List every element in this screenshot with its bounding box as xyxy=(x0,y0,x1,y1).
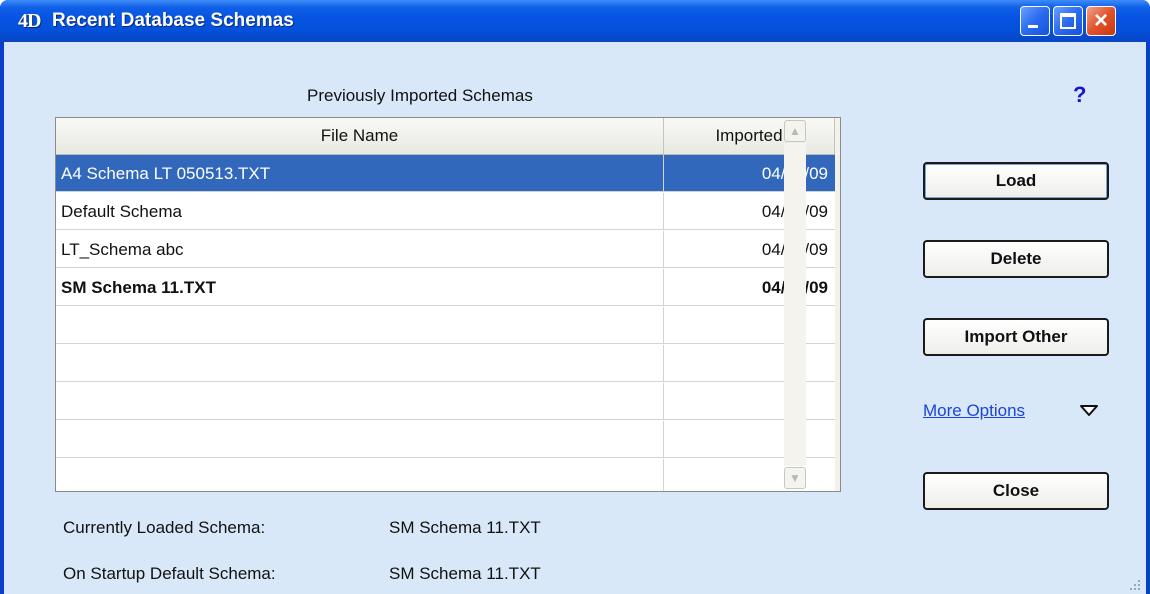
table-row[interactable] xyxy=(56,383,835,420)
column-header-imported[interactable]: Imported xyxy=(664,118,835,154)
file-name-cell xyxy=(56,421,664,458)
startup-default-value: SM Schema 11.TXT xyxy=(389,564,541,583)
app-logo-icon: 4D xyxy=(18,10,41,32)
file-name-cell xyxy=(56,307,664,344)
load-button[interactable]: Load xyxy=(923,162,1109,200)
file-name-cell: LT_Schema abc xyxy=(56,231,664,268)
scroll-up-button[interactable]: ▲ xyxy=(784,120,806,142)
column-header-file-name[interactable]: File Name xyxy=(56,118,664,154)
scroll-gutter xyxy=(835,118,840,491)
minimize-icon xyxy=(1028,25,1038,28)
triangle-down-icon[interactable] xyxy=(1078,402,1100,420)
imported-date-cell: 04/27/09 xyxy=(664,269,835,306)
table-row[interactable] xyxy=(56,459,835,491)
import-other-button[interactable]: Import Other xyxy=(923,318,1109,356)
window-close-button[interactable]: × xyxy=(1086,6,1116,36)
minimize-button[interactable] xyxy=(1020,6,1050,36)
table-row[interactable]: A4 Schema LT 050513.TXT 04/28/09 xyxy=(56,155,835,192)
table-header: File Name Imported xyxy=(56,118,840,155)
title-bar[interactable]: 4D Recent Database Schemas × xyxy=(0,0,1150,42)
scroll-down-button[interactable]: ▼ xyxy=(784,467,806,489)
window-title: Recent Database Schemas xyxy=(52,10,294,31)
file-name-cell: A4 Schema LT 050513.TXT xyxy=(56,155,664,192)
imported-date-cell xyxy=(664,345,835,382)
imported-date-cell xyxy=(664,421,835,458)
file-name-cell xyxy=(56,459,664,491)
schemas-table: File Name Imported A4 Schema LT 050513.T… xyxy=(55,117,841,492)
file-name-cell: SM Schema 11.TXT xyxy=(56,269,664,306)
table-row[interactable]: SM Schema 11.TXT 04/27/09 xyxy=(56,269,835,306)
imported-date-cell xyxy=(664,307,835,344)
app-window: 4D Recent Database Schemas × Previously … xyxy=(0,0,1150,594)
table-row[interactable] xyxy=(56,345,835,382)
table-row[interactable] xyxy=(56,421,835,458)
imported-date-cell xyxy=(664,383,835,420)
scrollbar-track[interactable] xyxy=(784,143,806,466)
table-row[interactable]: LT_Schema abc 04/20/09 xyxy=(56,231,835,268)
imported-date-cell: 04/28/09 xyxy=(664,155,835,192)
table-row[interactable]: Default Schema 04/27/09 xyxy=(56,193,835,230)
imported-date-cell xyxy=(664,459,835,491)
resize-grip-icon[interactable] xyxy=(1126,576,1142,592)
maximize-button[interactable] xyxy=(1053,6,1083,36)
delete-button[interactable]: Delete xyxy=(923,240,1109,278)
file-name-cell: Default Schema xyxy=(56,193,664,230)
imported-date-cell: 04/27/09 xyxy=(664,193,835,230)
close-icon: × xyxy=(1093,7,1108,34)
more-options-link[interactable]: More Options xyxy=(923,401,1025,421)
file-name-cell xyxy=(56,345,664,382)
section-title: Previously Imported Schemas xyxy=(307,86,533,105)
file-name-cell xyxy=(56,383,664,420)
close-button[interactable]: Close xyxy=(923,472,1109,510)
currently-loaded-value: SM Schema 11.TXT xyxy=(389,518,541,537)
currently-loaded-label: Currently Loaded Schema: xyxy=(63,518,266,537)
help-icon[interactable]: ? xyxy=(1073,82,1086,108)
chevron-down-icon: ▼ xyxy=(789,471,801,485)
chevron-up-icon: ▲ xyxy=(789,124,801,138)
startup-default-label: On Startup Default Schema: xyxy=(63,564,276,583)
maximize-icon xyxy=(1060,13,1076,29)
table-row[interactable] xyxy=(56,307,835,344)
imported-date-cell: 04/20/09 xyxy=(664,231,835,268)
